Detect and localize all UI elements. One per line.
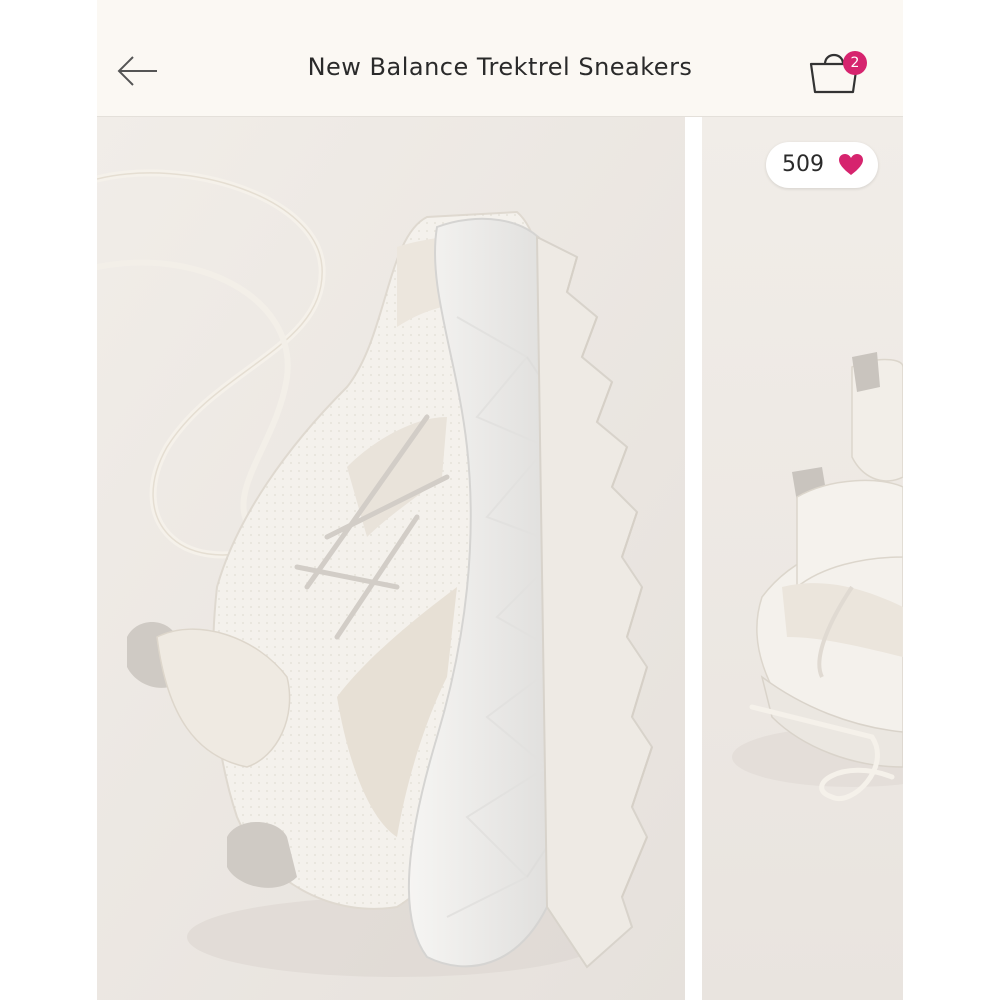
- shopping-bag-button[interactable]: 2: [805, 44, 871, 100]
- page-title: New Balance Trektrel Sneakers: [307, 53, 693, 81]
- likes-button[interactable]: 509: [766, 142, 878, 188]
- product-photo-next[interactable]: [702, 117, 903, 1000]
- arrow-left-icon: [117, 56, 157, 86]
- product-image-carousel[interactable]: [97, 117, 903, 1000]
- heart-icon: [839, 154, 863, 175]
- carousel-divider: [685, 117, 702, 1000]
- product-photo-main[interactable]: [97, 117, 685, 1000]
- back-button[interactable]: [115, 48, 161, 94]
- product-page: New Balance Trektrel Sneakers 2 509: [97, 0, 903, 1000]
- likes-count: 509: [782, 152, 824, 177]
- cart-count-badge: 2: [843, 51, 867, 75]
- top-bar: New Balance Trektrel Sneakers 2: [97, 0, 903, 117]
